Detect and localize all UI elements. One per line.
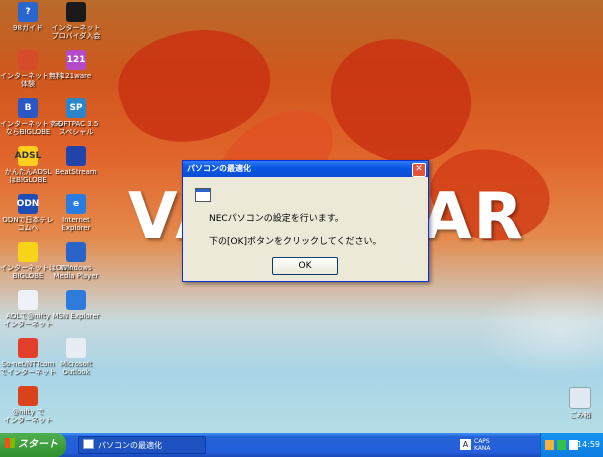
desktop-icon-label: 121ware [60, 72, 92, 80]
dialog-message-line1: NECパソコンの設定を行います。 [209, 214, 344, 224]
desktop-icon[interactable]: MSN Explorer [48, 290, 104, 320]
desktop-icon-label: Internet Explorer [61, 216, 91, 232]
desktop-icon-label: Windows Media Player [53, 264, 99, 280]
taskbar-window-button[interactable]: パソコンの最適化 [78, 436, 206, 454]
desktop-icon-image [66, 290, 86, 310]
windows-flag-icon [5, 438, 15, 448]
desktop-icon-image [66, 146, 86, 166]
desktop-icon[interactable]: e Internet Explorer [48, 194, 104, 232]
desktop-icon[interactable]: BeatStream [48, 146, 104, 176]
window-icon [83, 439, 94, 449]
close-button[interactable]: ✕ [412, 163, 426, 177]
desktop-icon-label: Microsoft Outlook [60, 360, 92, 376]
desktop-icon-label: @nifty で インターネット [3, 408, 53, 424]
desktop-icon-image [18, 290, 38, 310]
desktop-icon-label: BeatStream [55, 168, 97, 176]
desktop-icon-label: インターネット プロバイダ入会 [51, 24, 101, 40]
taskbar-window-label: パソコンの最適化 [98, 441, 162, 450]
desktop-icon-image [18, 242, 38, 262]
desktop-icon[interactable]: @nifty で インターネット [0, 386, 56, 424]
desktop-icon-image: ? [18, 2, 38, 22]
desktop-icon-image [18, 50, 38, 70]
desktop-icon[interactable]: Microsoft Outlook [48, 338, 104, 376]
desktop-icon-label: MSN Explorer [52, 312, 100, 320]
recycle-bin-label: ごみ箱 [569, 411, 591, 419]
desktop-icon-image: B [18, 98, 38, 118]
desktop-icon-image [18, 386, 38, 406]
desktop-icon-image [66, 338, 86, 358]
desktop-icon[interactable]: Windows Media Player [48, 242, 104, 280]
ime-bar[interactable]: A CAPS KANA [460, 438, 506, 452]
desktop-icon[interactable]: インターネット プロバイダ入会 [48, 2, 104, 40]
start-label: スタート [18, 439, 58, 450]
ime-status: CAPS KANA [474, 438, 491, 452]
desktop-icon[interactable]: SP SOFTPAC 3.5 スペシャル [48, 98, 104, 136]
dialog-title: パソコンの最適化 [187, 164, 251, 173]
wallpaper-wordmark-right: AR [422, 180, 525, 254]
desktop-icon-image: ODN [17, 194, 39, 214]
system-tray: 14:59 [540, 433, 603, 457]
desktop-icon-image: SP [66, 98, 86, 118]
desktop-icon-label: SOFTPAC 3.5 スペシャル [53, 120, 99, 136]
desktop-icon-image [66, 2, 86, 22]
desktop-icon[interactable]: 121 121ware [48, 50, 104, 80]
recycle-bin-icon [569, 387, 591, 409]
desktop-icon-image: 121 [66, 50, 86, 70]
tray-icons[interactable] [545, 440, 579, 450]
ime-badge[interactable]: A [460, 439, 471, 450]
dialog-message-line2: 下の[OK]ボタンをクリックしてください。 [209, 237, 382, 247]
dialog-titlebar[interactable]: パソコンの最適化 ✕ [183, 161, 428, 177]
window-app-icon [195, 188, 211, 202]
desktop-icon-image [18, 338, 38, 358]
recycle-bin[interactable]: ごみ箱 [560, 387, 600, 419]
clock: 14:59 [576, 440, 600, 449]
taskbar: スタート パソコンの最適化 A CAPS KANA 14:59 [0, 433, 603, 457]
start-button[interactable]: スタート [0, 433, 66, 457]
desktop-icon-image [66, 242, 86, 262]
ok-button[interactable]: OK [272, 257, 338, 275]
optimize-pc-dialog: パソコンの最適化 ✕ NECパソコンの設定を行います。 下の[OK]ボタンをクリ… [182, 160, 429, 282]
desktop-icon-image: ADSL [15, 146, 41, 166]
desktop-icon-image: e [66, 194, 86, 214]
